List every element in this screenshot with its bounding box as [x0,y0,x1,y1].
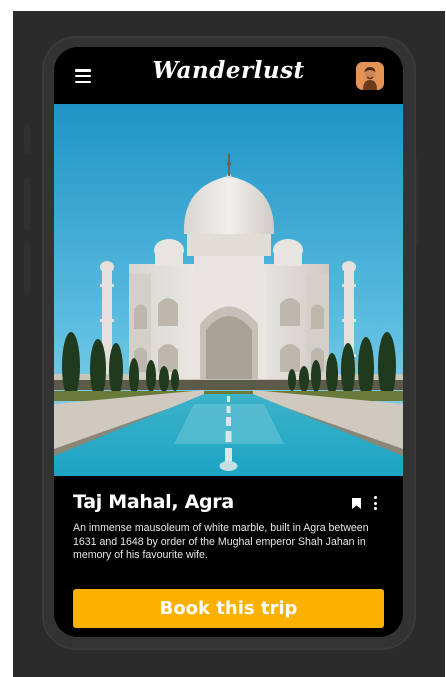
destination-hero-image[interactable] [54,104,403,476]
destination-info-panel: Taj Mahal, Agra An immense mausoleum of … [54,476,403,637]
bookmark-icon[interactable] [352,498,361,509]
avatar-portrait-icon [356,62,384,90]
avatar[interactable] [356,62,384,90]
phone-volume-down-button [24,240,30,296]
book-trip-button[interactable]: Book this trip [73,589,384,628]
app-header: Wanderlust [54,47,403,104]
more-vertical-icon[interactable] [372,496,378,510]
phone-screen: Wanderlust Taj Mahal, Agra An immense ma… [54,47,403,637]
phone-side-button [24,124,30,154]
destination-title: Taj Mahal, Agra [73,491,234,513]
app-logo: Wanderlust [152,57,305,84]
phone-volume-up-button [24,178,30,230]
destination-description: An immense mausoleum of white marble, bu… [73,522,369,562]
taj-mahal-photo [54,104,403,476]
